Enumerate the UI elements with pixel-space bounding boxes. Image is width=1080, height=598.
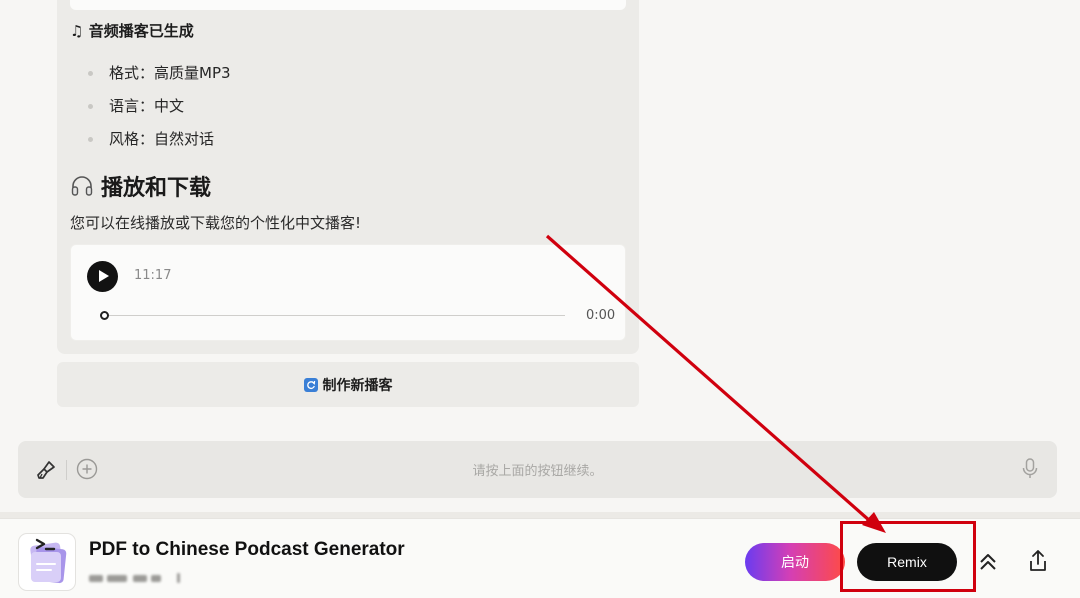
list-item: 格式：高质量MP3	[87, 62, 231, 95]
audio-progress-knob[interactable]	[100, 311, 109, 320]
launch-button[interactable]: 启动	[745, 543, 845, 581]
app-stage: ♫ 音频播客已生成 格式：高质量MP3 语言：中文 风格：自然对话 播放和下载 …	[0, 0, 1080, 598]
audio-details-list: 格式：高质量MP3 语言：中文 风格：自然对话	[87, 62, 231, 161]
music-note-icon: ♫	[70, 22, 84, 40]
input-placeholder[interactable]: 请按上面的按钮继续。	[18, 460, 1057, 479]
new-podcast-button[interactable]: 制作新播客	[57, 362, 639, 407]
refresh-icon	[303, 377, 318, 392]
list-item: 语言：中文	[87, 95, 231, 128]
new-podcast-label: 制作新播客	[322, 377, 393, 394]
app-logo	[18, 533, 76, 591]
play-download-heading: 播放和下载	[70, 170, 211, 202]
chat-input-bar: 请按上面的按钮继续。	[18, 441, 1057, 498]
microphone-icon[interactable]	[1021, 457, 1039, 481]
audio-generated-text: 音频播客已生成	[88, 22, 194, 40]
headphones-icon	[71, 176, 93, 196]
detail-value: 自然对话	[154, 130, 215, 148]
assistant-message-bubble: ♫ 音频播客已生成 格式：高质量MP3 语言：中文 风格：自然对话 播放和下载 …	[57, 0, 639, 354]
audio-generated-heading: ♫ 音频播客已生成	[70, 20, 194, 41]
audio-player: 11:17 0:00	[70, 244, 626, 341]
previous-content-card	[70, 0, 626, 10]
double-chevron-up-icon[interactable]	[977, 551, 999, 573]
play-download-title: 播放和下载	[101, 176, 212, 201]
audio-duration: 11:17	[134, 268, 172, 283]
audio-current-time: 0:00	[586, 308, 616, 323]
annotation-highlight-box	[840, 521, 976, 592]
detail-label: 格式：	[109, 64, 155, 82]
app-title: PDF to Chinese Podcast Generator	[89, 539, 405, 560]
play-download-description: 您可以在线播放或下载您的个性化中文播客!	[70, 214, 362, 232]
audio-progress-track[interactable]	[105, 315, 565, 316]
share-icon[interactable]	[1027, 549, 1049, 573]
detail-value: 高质量MP3	[154, 64, 231, 82]
app-author-obscured	[89, 571, 184, 585]
detail-value: 中文	[154, 97, 185, 115]
list-item: 风格：自然对话	[87, 128, 231, 161]
play-button[interactable]	[87, 261, 118, 292]
detail-label: 风格：	[109, 130, 155, 148]
detail-label: 语言：	[109, 97, 155, 115]
